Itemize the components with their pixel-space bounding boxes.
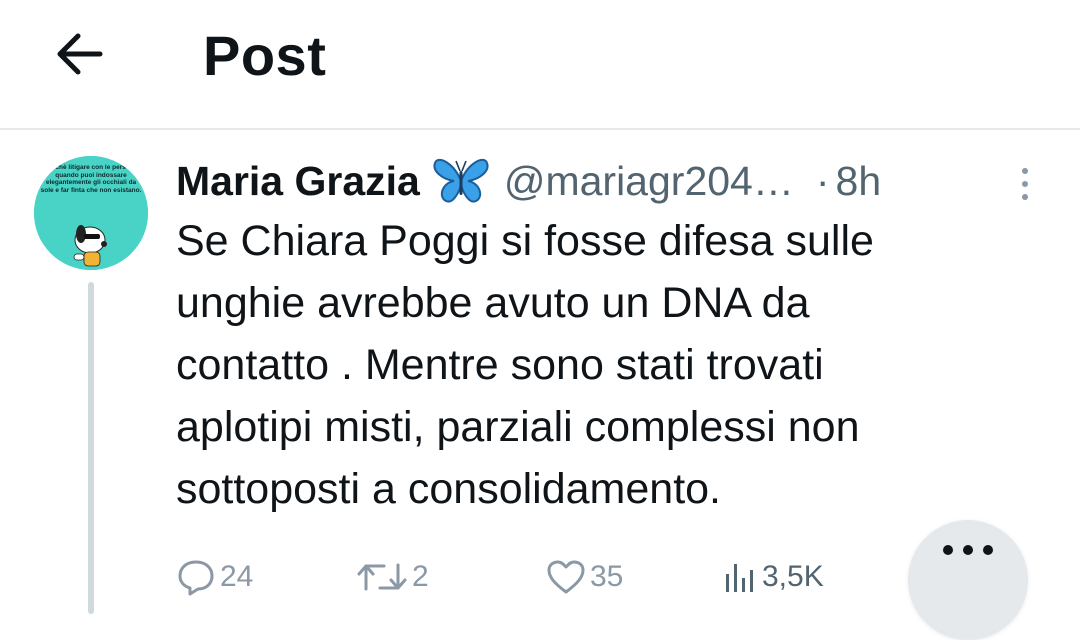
avatar-caption: Porchè litigare con le persone quando pu…	[40, 164, 142, 194]
avatar-image: Porchè litigare con le persone quando pu…	[34, 156, 148, 270]
heart-icon	[547, 560, 585, 594]
avatar[interactable]: Porchè litigare con le persone quando pu…	[34, 156, 148, 270]
arrow-left-icon	[57, 33, 103, 75]
repost-icon	[357, 563, 407, 591]
butterfly-icon	[433, 158, 489, 203]
like-count: 35	[590, 560, 624, 593]
action-bar: 24 2 35 3,5K	[176, 550, 876, 604]
thread-line	[88, 282, 94, 614]
more-actions-fab[interactable]	[908, 520, 1028, 640]
repost-count: 2	[412, 560, 429, 593]
reply-button[interactable]: 24	[176, 550, 253, 604]
back-button[interactable]	[46, 24, 112, 84]
analytics-icon	[726, 564, 753, 592]
separator-dot: ·	[815, 157, 830, 204]
post-timestamp[interactable]: 8h	[836, 158, 882, 205]
post-header: Maria Grazia @mariagr204… · 8h	[176, 150, 881, 212]
reply-icon	[178, 560, 214, 596]
view-count: 3,5K	[762, 560, 824, 593]
repost-button[interactable]: 2	[356, 550, 429, 604]
page-title: Post	[203, 24, 327, 87]
reply-count: 24	[220, 560, 254, 593]
post-text: Se Chiara Poggi si fosse difesa sulle un…	[176, 217, 874, 513]
top-bar: Post	[0, 0, 1080, 130]
author-name[interactable]: Maria Grazia	[176, 158, 420, 205]
more-options-icon[interactable]	[1005, 160, 1045, 208]
author-handle[interactable]: @mariagr204…	[504, 158, 794, 205]
views-button[interactable]: 3,5K	[722, 550, 824, 604]
more-horizontal-icon	[943, 545, 993, 555]
like-button[interactable]: 35	[546, 550, 623, 604]
